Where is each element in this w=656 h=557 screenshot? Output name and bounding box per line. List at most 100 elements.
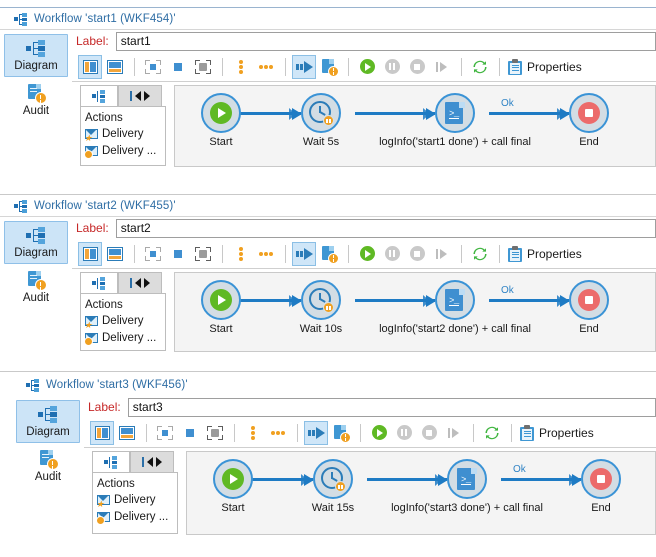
label-row: Label:: [72, 30, 656, 52]
node-start[interactable]: Start: [193, 459, 273, 515]
tree-item[interactable]: ★ Delivery: [85, 313, 163, 330]
node-wait[interactable]: Wait 15s: [293, 459, 373, 515]
start-with-parameters-button[interactable]: [329, 421, 353, 445]
rail-item-audit[interactable]: Audit: [16, 445, 80, 487]
label-input[interactable]: [116, 32, 656, 51]
diagram-toolbar-2: Properties: [72, 239, 656, 269]
actual-size-button[interactable]: [178, 421, 202, 445]
rail-item-diagram[interactable]: Diagram: [4, 221, 68, 264]
rail-item-audit[interactable]: Audit: [4, 79, 68, 121]
step-button[interactable]: [430, 242, 454, 266]
actual-size-button[interactable]: [166, 242, 190, 266]
node-javascript[interactable]: >_ logInfo('start1 done') + call final: [375, 93, 535, 149]
stop-button[interactable]: [417, 421, 441, 445]
node-circle: [581, 459, 621, 499]
split-vertical-button[interactable]: [78, 242, 102, 266]
tree-tab-diagram[interactable]: [92, 451, 130, 472]
more-vertical-button[interactable]: [229, 242, 253, 266]
node-wait[interactable]: Wait 10s: [281, 280, 361, 336]
properties-button[interactable]: Properties: [520, 425, 594, 441]
more-vertical-button[interactable]: [229, 55, 253, 79]
fit-to-window-button[interactable]: [153, 421, 177, 445]
tree-tab-diagram[interactable]: [80, 272, 118, 293]
workflow-diagram-canvas[interactable]: Ok Start Wait 5s >_: [174, 85, 656, 167]
refresh-button[interactable]: [468, 242, 492, 266]
split-horizontal-button[interactable]: [103, 242, 127, 266]
pause-button[interactable]: [380, 242, 404, 266]
step-button[interactable]: [430, 55, 454, 79]
workflow-title: Workflow 'start1 (WKF454)': [34, 13, 176, 25]
step-button[interactable]: [442, 421, 466, 445]
more-horizontal-button[interactable]: [254, 55, 278, 79]
tree-tab-nav[interactable]: [118, 272, 162, 293]
node-end[interactable]: End: [549, 93, 629, 149]
advance-button[interactable]: [304, 421, 328, 445]
split-vertical-button[interactable]: [90, 421, 114, 445]
zoom-selection-button[interactable]: [191, 242, 215, 266]
delivery-gear-icon: [85, 146, 99, 157]
play-icon: [372, 425, 387, 440]
split-vertical-button[interactable]: [78, 55, 102, 79]
delivery-gear-icon: [97, 512, 111, 523]
workflow-diagram-canvas[interactable]: Ok Start Wait 15s >_: [186, 451, 656, 535]
refresh-button[interactable]: [468, 55, 492, 79]
rail-item-audit[interactable]: Audit: [4, 266, 68, 308]
start-button[interactable]: [355, 55, 379, 79]
rail-item-diagram[interactable]: Diagram: [4, 34, 68, 77]
diagram-toolbar-3: Properties: [84, 418, 656, 448]
zoom-selection-button[interactable]: [191, 55, 215, 79]
node-wait[interactable]: Wait 5s: [281, 93, 361, 149]
workflow-header-3[interactable]: Workflow 'start3 (WKF456)': [12, 374, 656, 396]
tree-item[interactable]: Delivery ...: [97, 509, 175, 526]
more-horizontal-button[interactable]: [254, 242, 278, 266]
javascript-icon: >_: [445, 102, 465, 125]
stop-button[interactable]: [405, 242, 429, 266]
node-end[interactable]: End: [549, 280, 629, 336]
play-icon: [360, 59, 375, 74]
delivery-gear-icon: [85, 333, 99, 344]
properties-button[interactable]: Properties: [508, 59, 582, 75]
stop-button[interactable]: [405, 55, 429, 79]
tree-item[interactable]: ★ Delivery: [85, 126, 163, 143]
start-button[interactable]: [367, 421, 391, 445]
node-label: logInfo('start1 done') + call final: [375, 136, 535, 149]
label-input[interactable]: [128, 398, 656, 417]
workflow-diagram-canvas[interactable]: Ok Start Wait 10s >_: [174, 272, 656, 352]
node-javascript[interactable]: >_ logInfo('start3 done') + call final: [387, 459, 547, 515]
node-start[interactable]: Start: [181, 93, 261, 149]
tree-tab-nav[interactable]: [118, 85, 162, 106]
split-horizontal-button[interactable]: [115, 421, 139, 445]
tree-item[interactable]: Delivery ...: [85, 143, 163, 160]
properties-button[interactable]: Properties: [508, 246, 582, 262]
workflow-header-1[interactable]: Workflow 'start1 (WKF454)': [0, 8, 656, 30]
tree-tab-diagram[interactable]: [80, 85, 118, 106]
zoom-selection-button[interactable]: [203, 421, 227, 445]
node-start[interactable]: Start: [181, 280, 261, 336]
pause-button[interactable]: [380, 55, 404, 79]
actual-size-button[interactable]: [166, 55, 190, 79]
node-end[interactable]: End: [561, 459, 641, 515]
clipboard-icon: [508, 59, 522, 75]
split-horizontal-button[interactable]: [103, 55, 127, 79]
label-caption: Label:: [76, 221, 109, 235]
more-vertical-button[interactable]: [241, 421, 265, 445]
start-with-parameters-button[interactable]: [317, 242, 341, 266]
wait-clock-icon: [321, 467, 345, 491]
workflow-header-2[interactable]: Workflow 'start2 (WKF455)': [0, 195, 656, 217]
diagram-icon: [26, 40, 46, 57]
tree-item[interactable]: Delivery ...: [85, 330, 163, 347]
start-button[interactable]: [355, 242, 379, 266]
pause-button[interactable]: [392, 421, 416, 445]
advance-button[interactable]: [292, 55, 316, 79]
tree-tab-nav[interactable]: [130, 451, 174, 472]
advance-button[interactable]: [292, 242, 316, 266]
more-horizontal-button[interactable]: [266, 421, 290, 445]
fit-to-window-button[interactable]: [141, 242, 165, 266]
label-input[interactable]: [116, 219, 656, 238]
refresh-button[interactable]: [480, 421, 504, 445]
tree-item[interactable]: ★ Delivery: [97, 492, 175, 509]
node-javascript[interactable]: >_ logInfo('start2 done') + call final: [375, 280, 535, 336]
start-with-parameters-button[interactable]: [317, 55, 341, 79]
rail-item-diagram[interactable]: Diagram: [16, 400, 80, 443]
fit-to-window-button[interactable]: [141, 55, 165, 79]
